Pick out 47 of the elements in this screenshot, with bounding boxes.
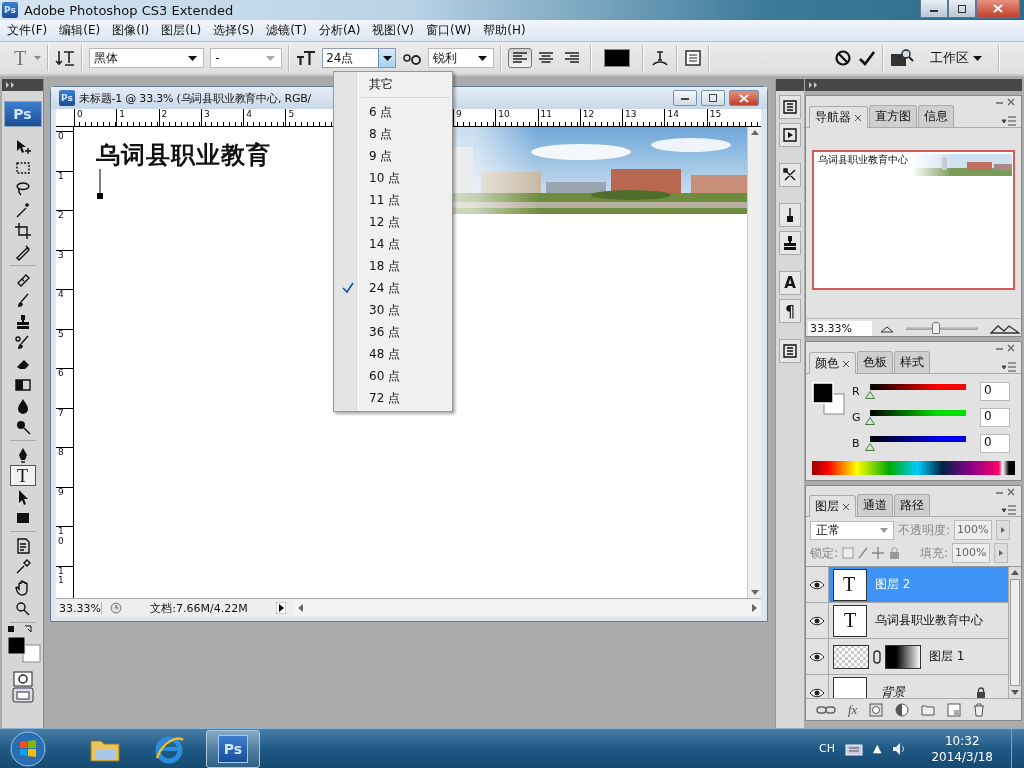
lock-label: 锁定: [810, 544, 839, 562]
ruler-label: 1 [118, 109, 127, 119]
ruler-label: 10 [57, 527, 65, 547]
channel-label: B [852, 437, 860, 450]
ruler-label: 5 [287, 109, 296, 119]
layer-name: 乌词县职业教育中心 [875, 612, 983, 630]
ruler-label: 15 [708, 109, 723, 119]
document-icon: Ps [59, 90, 75, 106]
ruler-label: 4 [57, 290, 65, 300]
ruler-label: 5 [57, 329, 65, 340]
ruler-label: 10 [497, 109, 511, 119]
channel-label: G [852, 411, 860, 424]
document-title: 未标题-1 @ 33.3% (乌词县职业教育中心, RGB/ [79, 90, 312, 106]
layer-name: 图层 1 [929, 648, 965, 666]
clock-time: 10:32 [944, 732, 980, 749]
document-info: 文档:7.66M/4.22M [149, 600, 249, 616]
ruler-label: 12 [581, 109, 596, 119]
window-title: Adobe Photoshop CS3 Extended [24, 2, 234, 18]
ruler-label: 6 [57, 369, 65, 379]
ruler-label: 2 [57, 211, 65, 221]
app-icon: Ps [2, 2, 18, 18]
ruler-label: 4 [245, 109, 253, 119]
ruler-label: 8 [57, 448, 65, 458]
layer-name: 图层 2 [875, 576, 911, 594]
ruler-label: 0 [57, 132, 65, 142]
canvas-text: 乌词县职业教育 [96, 141, 271, 169]
ruler-label: 14 [666, 109, 680, 119]
layer-thumbnail: T [833, 604, 867, 637]
clock-date: 2014/3/18 [931, 748, 993, 765]
channel-label: R [852, 385, 860, 398]
ruler-label: 11 [57, 566, 65, 587]
ruler-label: 2 [160, 109, 169, 119]
ruler-label: 3 [202, 109, 211, 119]
layer-name: 背景 [881, 684, 905, 699]
ruler-label: 1 [57, 171, 65, 182]
layer-thumbnail: T [833, 568, 867, 601]
ruler-label: 9 [454, 109, 463, 119]
ruler-label: 7 [57, 408, 65, 419]
ruler-label: 0 [76, 109, 84, 119]
ruler-label: 9 [57, 487, 65, 498]
app-logo: Ps [3, 101, 42, 127]
ruler-label: 3 [57, 250, 65, 261]
fill-label: 填充: [920, 544, 949, 562]
ruler-label: 13 [624, 109, 638, 119]
preview-text: 乌词县职业教育中心 [818, 154, 908, 166]
opacity-label: 不透明度: [898, 521, 951, 539]
ruler-label: 11 [539, 109, 553, 119]
